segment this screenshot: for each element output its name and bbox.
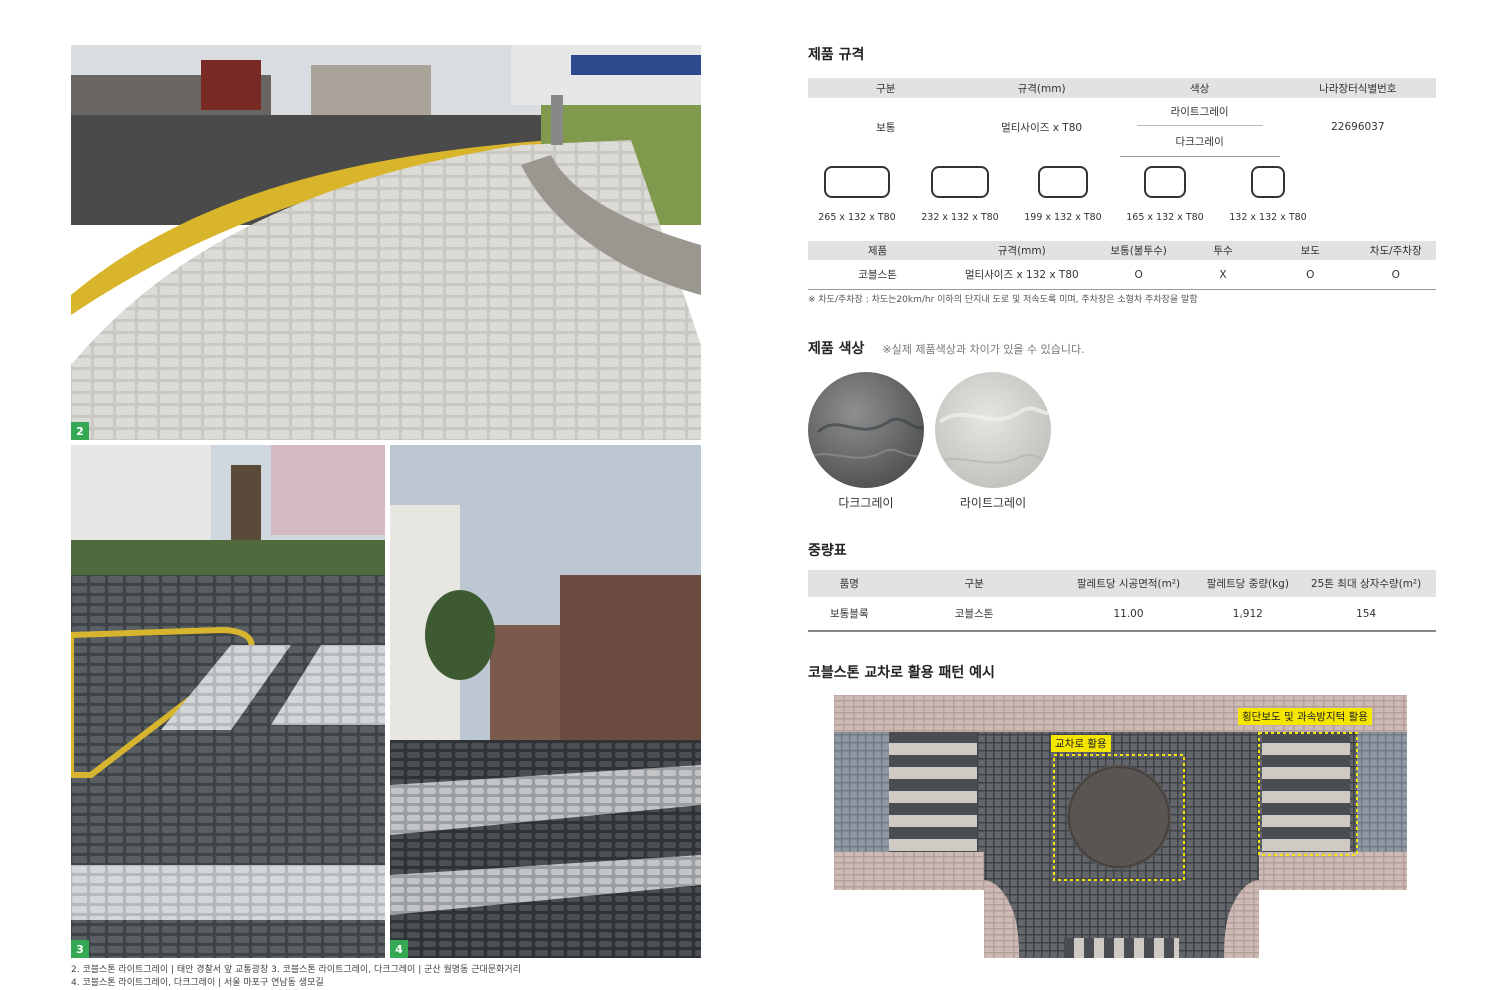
pattern-title: 코블스톤 교차로 활용 패턴 예시 [808, 665, 995, 681]
photo-traffic-plaza: 2 [71, 45, 701, 440]
swatch-label: 라이트그레이 [959, 496, 1027, 510]
cell-id: 22696037 [1331, 121, 1385, 134]
color-dark: 다크그레이 [1119, 127, 1280, 157]
color-note: ※실제 제품색상과 차이가 있을 수 있습니다. [882, 343, 1085, 356]
photo-number-badge: 2 [71, 422, 89, 440]
cell-size: 멀티사이즈 x T80 [1001, 121, 1083, 134]
col-header: 규격(mm) [947, 241, 1097, 260]
col-header: 25톤 최대 상자수량(m²) [1296, 570, 1436, 597]
block-shape: 199 x 132 x T80 [1014, 166, 1112, 223]
cell-color: 라이트그레이 [1120, 98, 1280, 127]
table-cell: 코블스톤 [890, 597, 1058, 632]
table-cell: 154 [1296, 597, 1436, 632]
col-header: 구분 [890, 570, 1058, 597]
spec-title: 제품 규격 [808, 47, 865, 63]
spec-footnote: ※ 차도/주차장 : 차도는20km/hr 이하의 단지내 도로 및 저속도록 … [808, 295, 1198, 305]
col-header: 색상 [1119, 78, 1280, 98]
table-cell: O [1096, 260, 1181, 290]
usage-table: 제품 규격(mm) 보통(불투수) 투수 보도 차도/주차장 코블스톤 멀티사이… [808, 241, 1436, 290]
block-shapes: 265 x 132 x T80 232 x 132 x T80 199 x 13… [808, 166, 1436, 226]
block-shape: 232 x 132 x T80 [911, 166, 1009, 223]
col-header: 보도 [1265, 241, 1356, 260]
table-cell: O [1265, 260, 1356, 290]
shape-label: 265 x 132 x T80 [818, 212, 896, 223]
col-header: 품명 [808, 570, 891, 597]
tag-intersection: 교차로 활용 [1051, 735, 1111, 752]
col-header: 제품 [808, 241, 948, 260]
shape-label: 232 x 132 x T80 [921, 212, 999, 223]
table-cell: 코블스톤 [808, 260, 948, 290]
col-header: 구분 [808, 78, 964, 98]
photo-number-badge: 4 [390, 940, 408, 958]
intersection-diagram: 교차로 활용 횡단보도 및 과속방지턱 활용 [834, 695, 1407, 958]
shape-label: 165 x 132 x T80 [1126, 212, 1204, 223]
cell-type: 보통 [876, 121, 896, 134]
col-header: 보통(불투수) [1096, 241, 1181, 260]
weight-table: 품명 구분 팔레트당 시공면적(m²) 팔레트당 중량(kg) 25톤 최대 상… [808, 570, 1436, 632]
swatch-dark-gray [808, 372, 924, 488]
col-header: 팔레트당 중량(kg) [1199, 570, 1297, 597]
photo-alley: 4 [390, 445, 701, 958]
shape-label: 132 x 132 x T80 [1229, 212, 1307, 223]
table-cell: 보통블록 [808, 597, 891, 632]
swatch-light-gray [935, 372, 1051, 488]
table-cell: 11.00 [1057, 597, 1200, 632]
col-header: 나라장터식별번호 [1279, 78, 1436, 98]
photo-number-badge: 3 [71, 940, 89, 958]
col-header: 팔레트당 시공면적(m²) [1057, 570, 1200, 597]
table-cell: X [1180, 260, 1266, 290]
table-cell: 1,912 [1199, 597, 1297, 632]
block-shape: 265 x 132 x T80 [808, 166, 906, 223]
swatch-label: 다크그레이 [838, 496, 894, 510]
shape-label: 199 x 132 x T80 [1024, 212, 1102, 223]
spec-table: 구분 규격(mm) 색상 나라장터식별번호 보통 멀티사이즈 x T80 라이트… [808, 78, 1436, 157]
weight-title: 중량표 [808, 543, 847, 559]
photo-culture-street: 3 [71, 445, 385, 958]
caption-line: 2. 코블스톤 라이트그레이 | 태안 경찰서 앞 교통광장 3. 코블스톤 라… [71, 965, 521, 975]
col-header: 차도/주차장 [1355, 241, 1436, 260]
color-light: 라이트그레이 [1136, 99, 1263, 126]
table-cell: O [1355, 260, 1436, 290]
color-section-title: 제품 색상 ※실제 제품색상과 차이가 있을 수 있습니다. [808, 338, 1085, 358]
col-header: 투수 [1180, 241, 1266, 260]
tag-crosswalk: 횡단보도 및 과속방지턱 활용 [1238, 708, 1372, 725]
block-shape: 165 x 132 x T80 [1116, 166, 1214, 223]
table-cell: 멀티사이즈 x 132 x T80 [947, 260, 1097, 290]
color-title: 제품 색상 [808, 341, 865, 357]
block-shape: 132 x 132 x T80 [1219, 166, 1317, 223]
photo-caption: 2. 코블스톤 라이트그레이 | 태안 경찰서 앞 교통광장 3. 코블스톤 라… [71, 964, 711, 990]
col-header: 규격(mm) [963, 78, 1120, 98]
